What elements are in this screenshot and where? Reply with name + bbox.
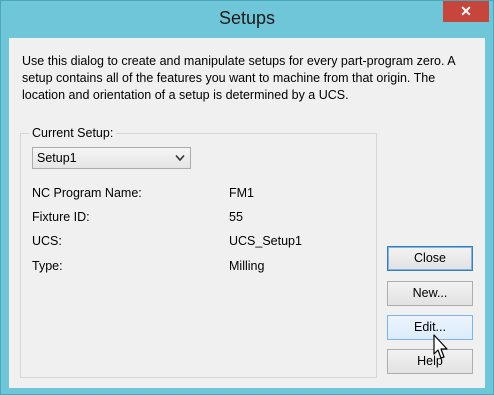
current-setup-dropdown[interactable]: Setup1 <box>32 147 191 169</box>
type-value: Milling <box>229 259 265 273</box>
dialog-title: Setups <box>218 8 276 28</box>
nc-program-name-value: FM1 <box>229 186 254 200</box>
intro-text: Use this dialog to create and manipulate… <box>22 54 455 102</box>
edit-button[interactable]: Edit... <box>387 315 473 340</box>
chevron-down-icon <box>175 154 185 162</box>
current-setup-value: Setup1 <box>37 151 77 165</box>
ucs-label: UCS: <box>32 234 62 248</box>
current-setup-group <box>20 133 377 378</box>
fixture-id-value: 55 <box>229 210 243 224</box>
new-button[interactable]: New... <box>387 281 473 306</box>
fixture-id-label: Fixture ID: <box>32 210 90 224</box>
title-bar[interactable]: Setups ✕ <box>1 1 493 37</box>
setups-dialog: Setups ✕ Use this dialog to create and m… <box>0 0 494 395</box>
window-close-button[interactable]: ✕ <box>443 1 489 22</box>
dialog-client-area: Use this dialog to create and manipulate… <box>9 38 485 388</box>
current-setup-legend: Current Setup: <box>29 126 117 140</box>
nc-program-name-label: NC Program Name: <box>32 186 142 200</box>
close-button[interactable]: Close <box>387 246 473 271</box>
ucs-value: UCS_Setup1 <box>229 234 302 248</box>
type-label: Type: <box>32 259 63 273</box>
help-button[interactable]: Help <box>387 349 473 374</box>
